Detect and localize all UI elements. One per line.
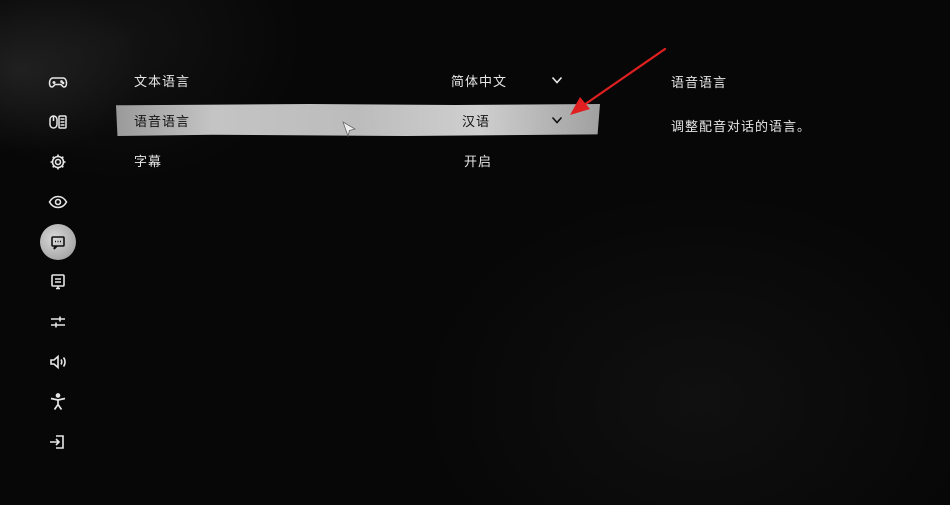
gear-icon bbox=[50, 154, 66, 170]
exit-icon bbox=[50, 435, 64, 449]
nav-exit[interactable] bbox=[38, 424, 78, 460]
controller-icon bbox=[48, 77, 68, 88]
setting-value: 开启 bbox=[464, 155, 493, 170]
setting-row-subtitles[interactable]: 字幕 开启 bbox=[116, 144, 600, 176]
setting-label: 字幕 bbox=[134, 155, 163, 170]
nav-audio[interactable] bbox=[38, 344, 78, 380]
setting-row-text-language[interactable]: 文本语言 简体中文 bbox=[116, 64, 600, 96]
setting-label: 文本语言 bbox=[134, 75, 191, 90]
display-icon bbox=[51, 274, 65, 290]
setting-value: 汉语 bbox=[462, 115, 491, 130]
description-title: 语音语言 bbox=[671, 76, 728, 91]
speaker-icon bbox=[50, 354, 66, 370]
nav-accessibility[interactable] bbox=[38, 384, 78, 420]
nav-language[interactable] bbox=[38, 224, 78, 260]
language-icon bbox=[51, 236, 65, 250]
nav-keyboard-mouse[interactable] bbox=[38, 104, 78, 140]
annotation-arrow-icon bbox=[570, 47, 667, 115]
description-text: 调整配音对话的语言。 bbox=[671, 120, 812, 135]
nav-display[interactable] bbox=[38, 184, 78, 220]
eye-icon bbox=[48, 195, 68, 209]
keyboard-mouse-icon bbox=[49, 115, 67, 129]
setting-row-voice-language[interactable]: 语音语言 汉语 bbox=[116, 104, 600, 136]
nav-general[interactable] bbox=[38, 144, 78, 180]
nav-controls[interactable] bbox=[38, 304, 78, 340]
setting-value: 简体中文 bbox=[451, 75, 508, 90]
nav-controller[interactable] bbox=[38, 64, 78, 100]
setting-label: 语音语言 bbox=[134, 115, 191, 130]
settings-screen: 文本语言 简体中文 语音语言 汉语 字幕 开启 语音语言 调整配音对话的语言。 bbox=[0, 0, 950, 505]
sliders-icon bbox=[51, 316, 65, 328]
accessibility-icon bbox=[50, 393, 66, 410]
mouse-cursor-icon bbox=[342, 121, 356, 137]
nav-interface[interactable] bbox=[38, 264, 78, 300]
